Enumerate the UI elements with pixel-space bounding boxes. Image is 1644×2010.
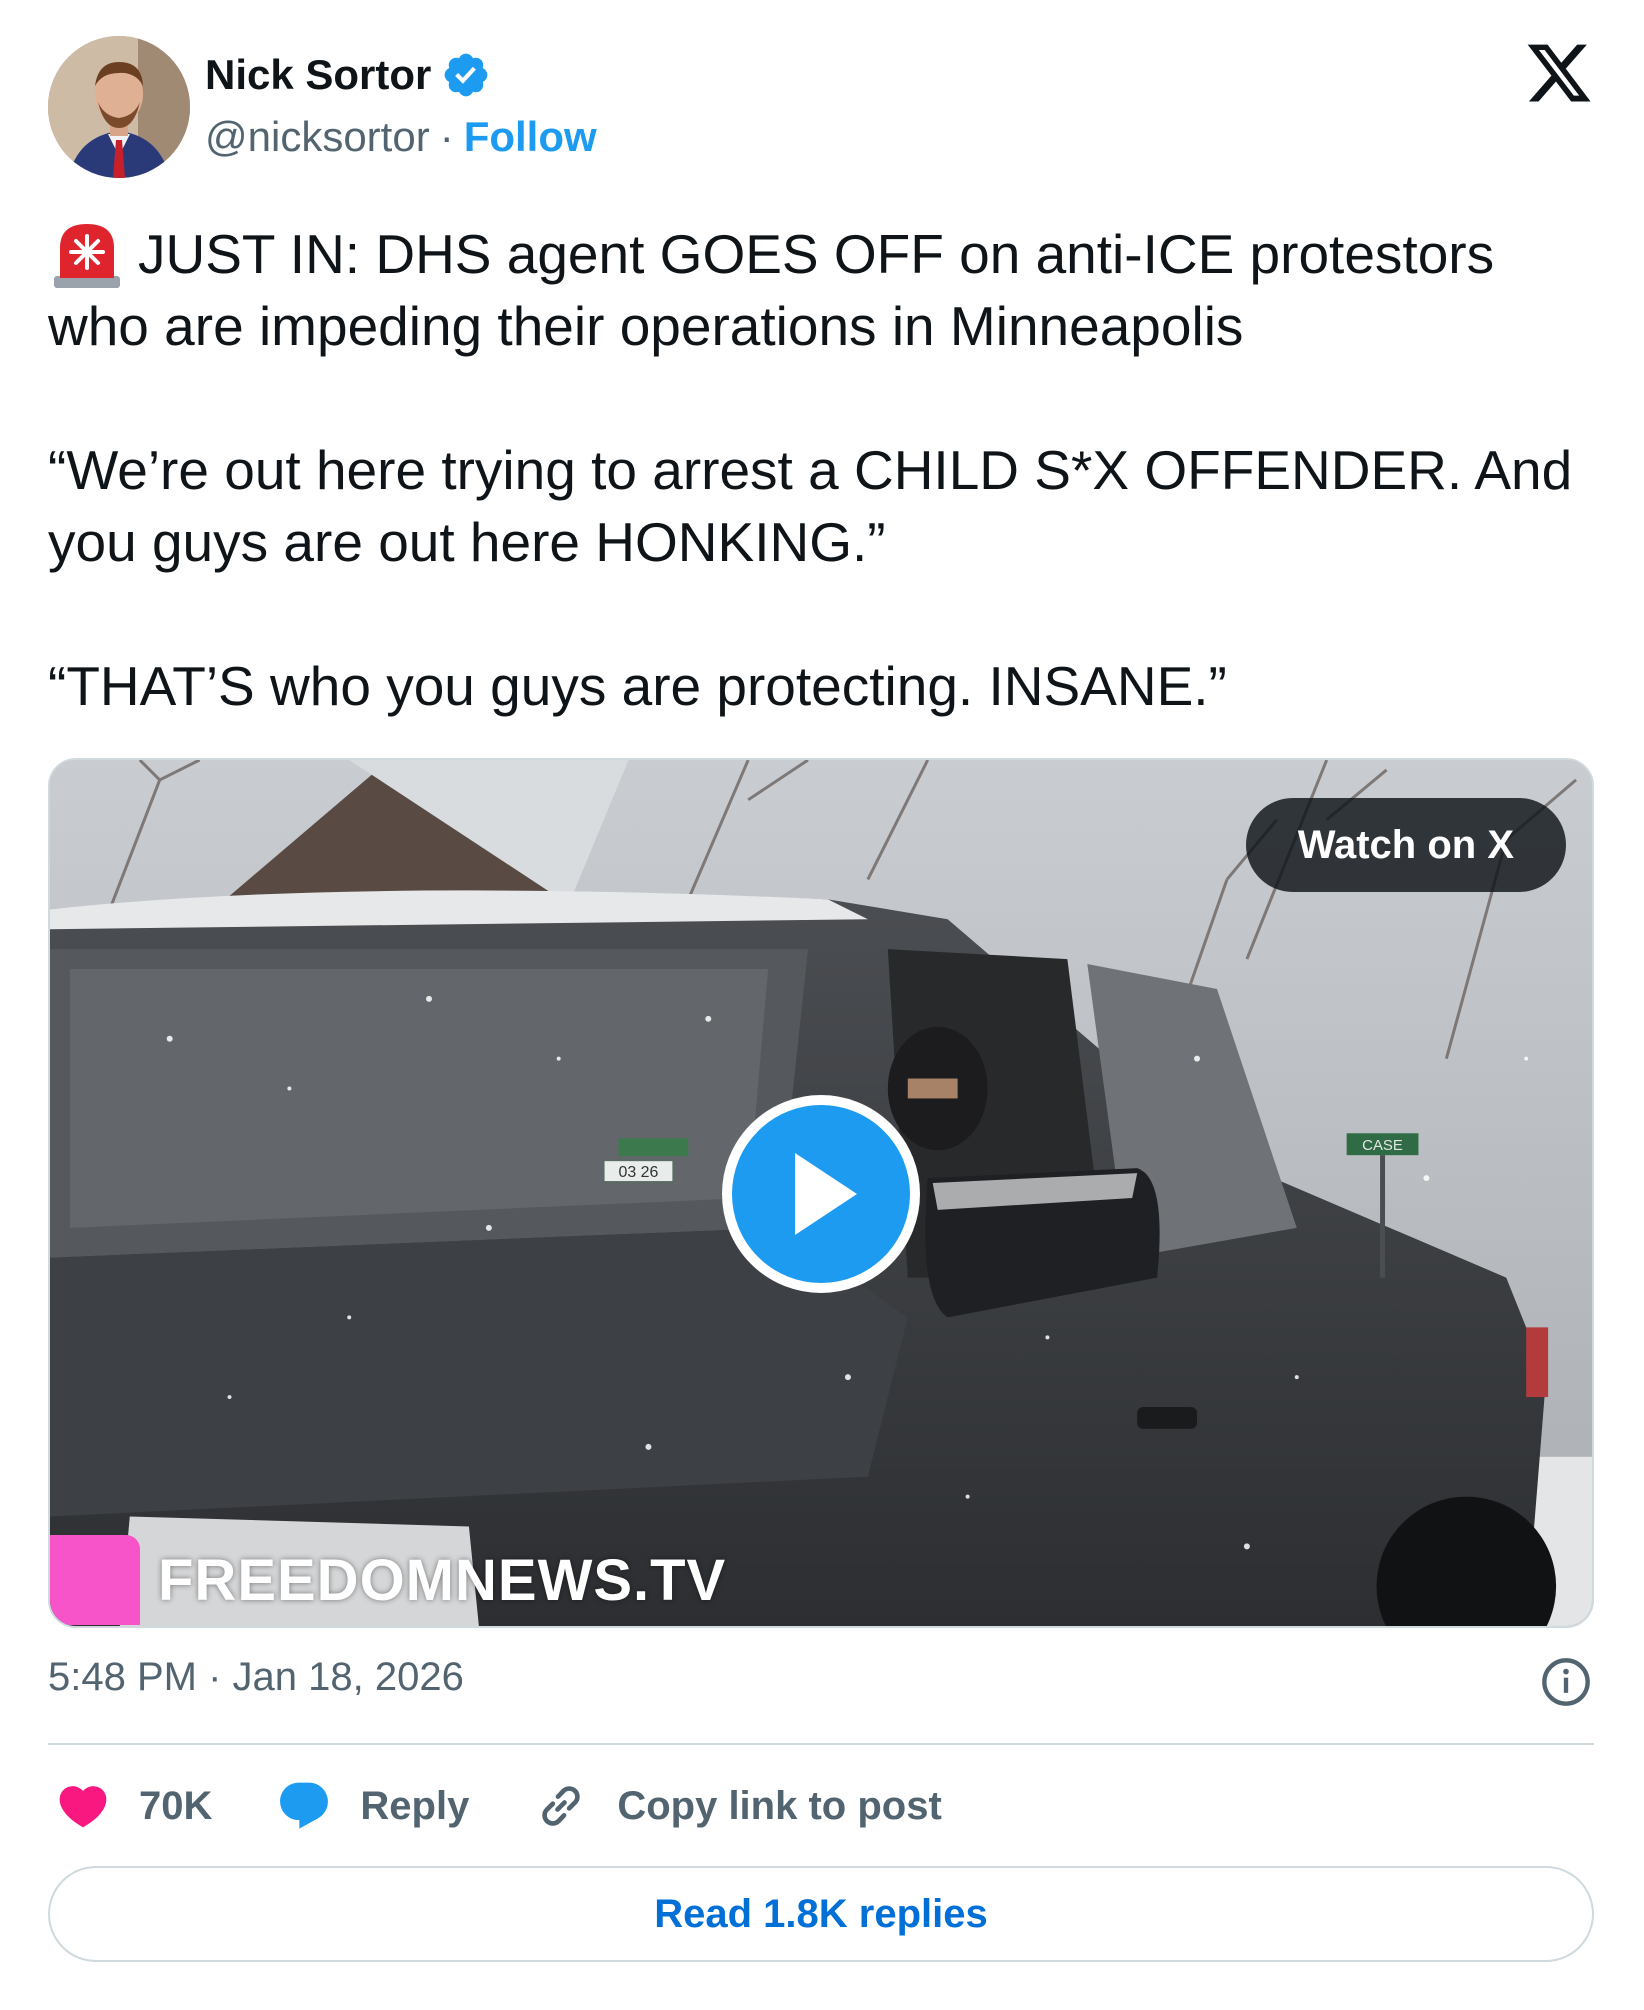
tweet-embed-card: Nick Sortor @nicksortor · Follow JUST IN… — [0, 0, 1644, 2010]
post-timestamp[interactable]: 5:48 PM · Jan 18, 2026 — [48, 1655, 464, 1700]
watermark-text: FREEDOMNEWS.TV — [158, 1547, 727, 1613]
play-icon — [795, 1153, 857, 1235]
reply-label: Reply — [360, 1783, 470, 1828]
read-replies-button[interactable]: Read 1.8K replies — [48, 1866, 1594, 1962]
footer-divider — [48, 1743, 1594, 1745]
info-icon[interactable] — [1540, 1656, 1592, 1708]
tweet-text: JUST IN: DHS agent GOES OFF on anti-ICE … — [48, 223, 1573, 717]
copy-link-button[interactable]: Copy link to post — [533, 1778, 942, 1834]
copy-link-label: Copy link to post — [617, 1783, 942, 1828]
author-name[interactable]: Nick Sortor — [205, 51, 431, 99]
video-watermark: FREEDOMNEWS.TV — [50, 1534, 726, 1626]
like-button[interactable]: 70K — [55, 1778, 212, 1834]
play-button[interactable] — [722, 1095, 920, 1293]
heart-icon — [59, 1786, 107, 1828]
like-count: 70K — [139, 1783, 213, 1828]
author-handle[interactable]: @nicksortor — [205, 113, 430, 161]
video-player[interactable]: 03 26 CASE Watch on X FREEDOMNEWS.TV — [48, 758, 1594, 1628]
separator-dot: · — [439, 113, 454, 160]
tweet-text-container: JUST IN: DHS agent GOES OFF on anti-ICE … — [48, 218, 1608, 722]
street-sign-text: CASE — [1362, 1137, 1403, 1154]
avatar[interactable] — [48, 36, 190, 178]
author-handle-row: @nicksortor · Follow — [205, 113, 597, 161]
author-name-row: Nick Sortor — [205, 50, 491, 100]
follow-button[interactable]: Follow — [464, 113, 597, 161]
reply-button[interactable]: Reply — [276, 1778, 469, 1834]
reply-bubble-icon — [280, 1782, 329, 1829]
watermark-logo — [50, 1535, 140, 1625]
x-logo-icon[interactable] — [1524, 38, 1594, 108]
rotating-light-icon — [54, 224, 120, 288]
watch-on-x-button[interactable]: Watch on X — [1245, 798, 1566, 892]
link-icon — [542, 1786, 581, 1826]
action-bar: 70K Reply Copy link to post — [55, 1775, 1006, 1837]
windshield-sticker-text: 03 26 — [619, 1164, 659, 1181]
avatar-photo — [48, 36, 190, 178]
verified-badge-icon — [445, 53, 488, 97]
